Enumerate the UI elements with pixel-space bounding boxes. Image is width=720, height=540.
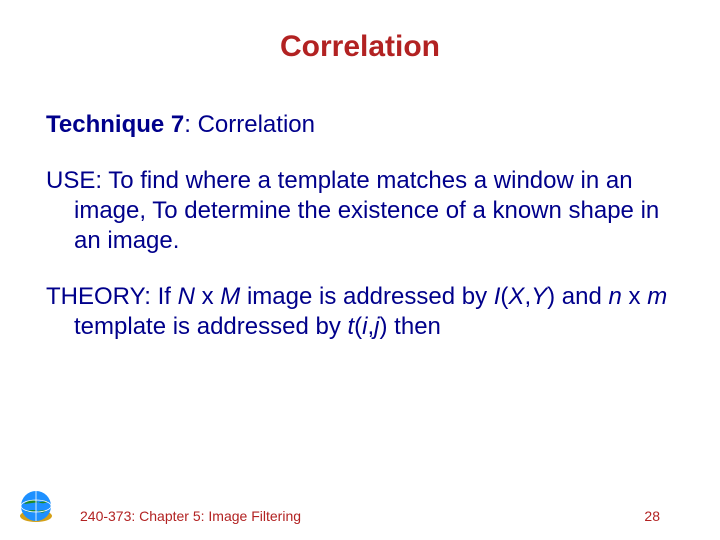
theory-close: ) bbox=[547, 283, 555, 310]
theory-m: m bbox=[647, 283, 667, 310]
slide-title: Correlation bbox=[0, 30, 720, 64]
technique-rest: : Correlation bbox=[184, 111, 315, 138]
footer: 240-373: Chapter 5: Image Filtering 28 bbox=[80, 508, 660, 524]
theory-Y: Y bbox=[531, 283, 547, 310]
theory-t-a: If bbox=[151, 283, 178, 310]
theory-t-c: image is addressed by bbox=[240, 283, 493, 310]
globe-logo-icon bbox=[14, 486, 58, 530]
theory-M: M bbox=[220, 283, 240, 310]
theory-open2: ( bbox=[354, 313, 362, 340]
theory-paragraph: THEORY: If N x M image is addressed by I… bbox=[46, 282, 674, 342]
theory-t-b: x bbox=[195, 283, 220, 310]
footer-left: 240-373: Chapter 5: Image Filtering bbox=[80, 508, 301, 524]
technique-line: Technique 7: Correlation bbox=[46, 110, 674, 140]
theory-t-e: x bbox=[622, 283, 647, 310]
use-text: To find where a template matches a windo… bbox=[74, 167, 659, 254]
slide-body: Technique 7: Correlation USE: To find wh… bbox=[46, 110, 674, 368]
theory-close2: ) bbox=[380, 313, 388, 340]
theory-t-f: template is addressed by bbox=[74, 313, 347, 340]
slide: Correlation Technique 7: Correlation USE… bbox=[0, 0, 720, 540]
theory-N: N bbox=[178, 283, 195, 310]
theory-X: X bbox=[508, 283, 524, 310]
theory-label: THEORY: bbox=[46, 283, 151, 310]
use-paragraph: USE: To find where a template matches a … bbox=[46, 166, 674, 256]
theory-t-g: then bbox=[388, 313, 441, 340]
theory-n: n bbox=[609, 283, 622, 310]
technique-label: Technique 7 bbox=[46, 111, 184, 138]
use-label: USE: bbox=[46, 167, 102, 194]
page-number: 28 bbox=[644, 508, 660, 524]
theory-t-d: and bbox=[555, 283, 608, 310]
